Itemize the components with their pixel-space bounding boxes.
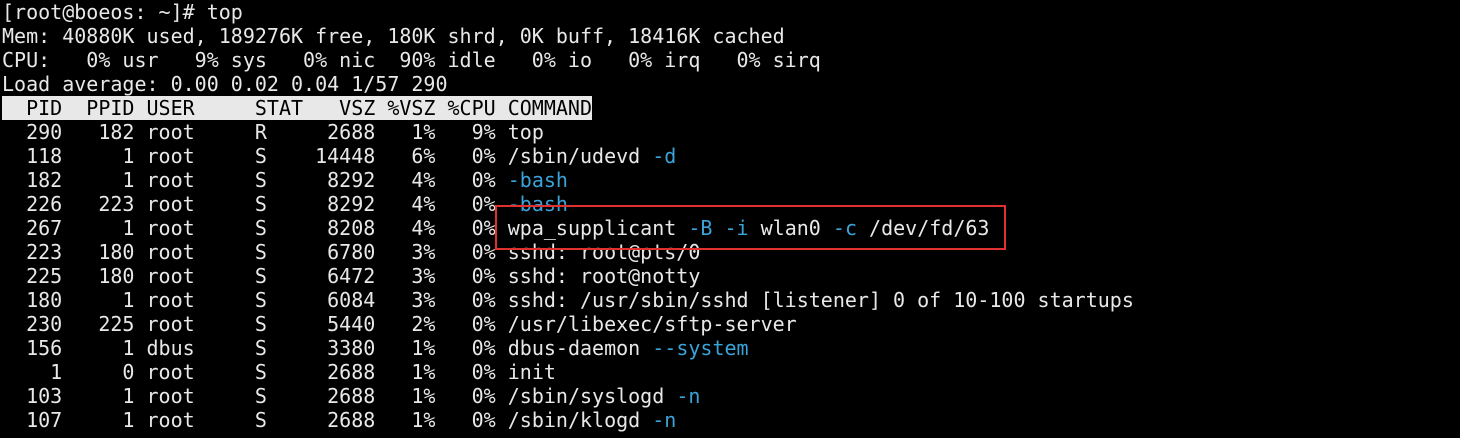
process-command: /sbin/syslogd	[507, 384, 677, 408]
process-fields: 118 1 root S 14448 6% 0%	[2, 144, 508, 168]
process-row: 107 1 root S 2688 1% 0% /sbin/klogd -n	[2, 408, 676, 432]
process-table-header: PID PPID USER STAT VSZ %VSZ %CPU COMMAND	[2, 96, 593, 120]
shell-prompt: [root@boeos: ~]# top	[2, 0, 243, 24]
process-fields: 267 1 root S 8208 4% 0%	[2, 216, 508, 240]
highlight-box	[495, 205, 1006, 250]
process-command: top	[507, 120, 544, 144]
process-command: sshd: root@notty	[507, 264, 701, 288]
process-row: 182 1 root S 8292 4% 0% -bash	[2, 168, 568, 192]
process-row: 226 223 root S 8292 4% 0% -bash	[2, 192, 568, 216]
process-command: /usr/libexec/sftp-server	[507, 312, 797, 336]
process-command: /sbin/klogd	[507, 408, 653, 432]
process-fields: 290 182 root R 2688 1% 9%	[2, 120, 508, 144]
cpu-summary: CPU: 0% usr 9% sys 0% nic 90% idle 0% io…	[2, 48, 821, 72]
process-args: -d	[652, 144, 677, 168]
process-args: -bash	[507, 168, 568, 192]
process-command: init	[507, 360, 556, 384]
load-average: Load average: 0.00 0.02 0.04 1/57 290	[2, 72, 448, 96]
process-row: 1 0 root S 2688 1% 0% init	[2, 360, 556, 384]
process-command: /sbin/udevd	[507, 144, 653, 168]
process-row: 230 225 root S 5440 2% 0% /usr/libexec/s…	[2, 312, 797, 336]
process-row: 225 180 root S 6472 3% 0% sshd: root@not…	[2, 264, 700, 288]
process-row: 290 182 root R 2688 1% 9% top	[2, 120, 544, 144]
process-fields: 156 1 dbus S 3380 1% 0%	[2, 336, 508, 360]
process-fields: 103 1 root S 2688 1% 0%	[2, 384, 508, 408]
process-fields: 182 1 root S 8292 4% 0%	[2, 168, 508, 192]
process-fields: 225 180 root S 6472 3% 0%	[2, 264, 508, 288]
process-command: sshd: /usr/sbin/sshd [listener] 0 of 10-…	[507, 288, 1134, 312]
process-args: -n	[652, 408, 677, 432]
process-fields: 223 180 root S 6780 3% 0%	[2, 240, 508, 264]
process-row: 180 1 root S 6084 3% 0% sshd: /usr/sbin/…	[2, 288, 1134, 312]
process-args: --system	[652, 336, 749, 360]
process-row: 156 1 dbus S 3380 1% 0% dbus-daemon --sy…	[2, 336, 749, 360]
process-fields: 180 1 root S 6084 3% 0%	[2, 288, 508, 312]
terminal-window[interactable]: [root@boeos: ~]# top Mem: 40880K used, 1…	[0, 0, 1460, 438]
process-fields: 107 1 root S 2688 1% 0%	[2, 408, 508, 432]
process-fields: 1 0 root S 2688 1% 0%	[2, 360, 508, 384]
process-args: -n	[676, 384, 701, 408]
memory-summary: Mem: 40880K used, 189276K free, 180K shr…	[2, 24, 785, 48]
process-fields: 230 225 root S 5440 2% 0%	[2, 312, 508, 336]
process-fields: 226 223 root S 8292 4% 0%	[2, 192, 508, 216]
process-command: dbus-daemon	[507, 336, 653, 360]
process-row: 118 1 root S 14448 6% 0% /sbin/udevd -d	[2, 144, 676, 168]
process-row: 103 1 root S 2688 1% 0% /sbin/syslogd -n	[2, 384, 700, 408]
